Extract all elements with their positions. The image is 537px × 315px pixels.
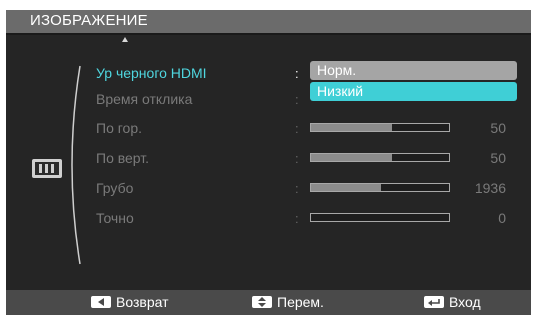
- option-low[interactable]: Низкий: [310, 82, 517, 101]
- divider: [6, 33, 531, 35]
- up-down-key-icon: [252, 296, 272, 308]
- fine-slider[interactable]: [310, 213, 450, 222]
- colon-separator: :: [295, 92, 299, 107]
- menu-item-v-position[interactable]: По верт.: [96, 150, 149, 166]
- h-position-slider[interactable]: [310, 123, 450, 132]
- fine-value: 0: [498, 210, 506, 226]
- colon-separator: :: [295, 151, 299, 166]
- picture-icon[interactable]: [32, 159, 62, 178]
- slider-fill: [311, 154, 393, 161]
- menu-curve-decoration: [71, 65, 81, 265]
- back-hint[interactable]: Возврат: [91, 294, 169, 310]
- v-position-value: 50: [490, 150, 506, 166]
- title-bar: ИЗОБРАЖЕНИЕ: [6, 10, 531, 33]
- v-position-slider[interactable]: [310, 153, 450, 162]
- enter-key-icon: [424, 296, 444, 308]
- left-arrow-key-icon: [91, 296, 111, 308]
- coarse-slider[interactable]: [310, 183, 450, 192]
- colon-separator: :: [295, 181, 299, 196]
- menu-item-response-time[interactable]: Время отклика: [96, 91, 192, 107]
- menu-item-coarse[interactable]: Грубо: [96, 180, 133, 196]
- osd-menu: ИЗОБРАЖЕНИЕ Ур черного HDMI : Время откл…: [6, 10, 531, 315]
- move-label: Перем.: [277, 294, 324, 310]
- move-hint[interactable]: Перем.: [252, 294, 324, 310]
- black-level-dropdown[interactable]: Норм. Низкий: [310, 61, 517, 101]
- colon-separator: :: [295, 121, 299, 136]
- enter-hint[interactable]: Вход: [424, 294, 481, 310]
- coarse-value: 1936: [474, 180, 506, 196]
- option-normal[interactable]: Норм.: [310, 61, 517, 80]
- colon-separator: :: [295, 66, 299, 81]
- footer-bar: Возврат Перем. Вход: [6, 290, 531, 315]
- menu-item-fine[interactable]: Точно: [96, 210, 134, 226]
- colon-separator: :: [295, 211, 299, 226]
- slider-fill: [311, 184, 382, 191]
- enter-label: Вход: [449, 294, 481, 310]
- back-label: Возврат: [116, 294, 169, 310]
- slider-fill: [311, 124, 393, 131]
- menu-title: ИЗОБРАЖЕНИЕ: [30, 12, 148, 29]
- h-position-value: 50: [490, 120, 506, 136]
- menu-item-h-position[interactable]: По гор.: [96, 120, 142, 136]
- scroll-up-icon[interactable]: [122, 37, 128, 42]
- menu-item-hdmi-black-level[interactable]: Ур черного HDMI: [96, 65, 207, 81]
